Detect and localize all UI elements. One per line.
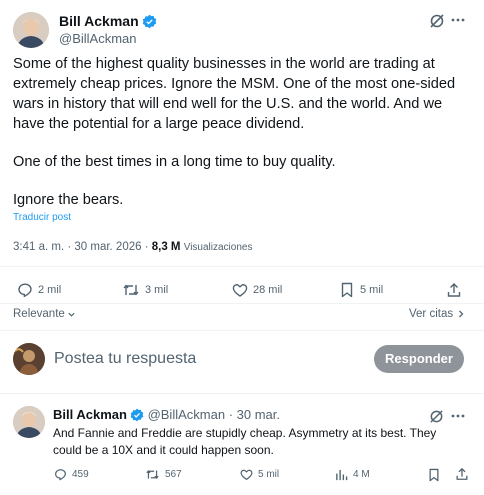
- reply-reply-count: 459: [72, 469, 89, 480]
- translate-post-link[interactable]: Traducir post: [13, 212, 71, 223]
- reply-like-count: 5 mil: [258, 469, 280, 480]
- reply-author-avatar[interactable]: [13, 406, 45, 438]
- reply-icon: [17, 282, 33, 298]
- tweet-paragraph-1: Some of the highest quality businesses i…: [13, 56, 456, 132]
- verified-badge-icon: [142, 14, 157, 32]
- main-author-name-row[interactable]: Bill Ackman: [59, 13, 157, 32]
- reply-author-name[interactable]: Bill Ackman: [53, 407, 127, 422]
- dot-separator: ·: [144, 241, 152, 253]
- repost-action[interactable]: 3 mil: [122, 282, 168, 298]
- views-count: 8,3 M: [151, 241, 181, 253]
- divider: [0, 330, 484, 331]
- main-tweet-text: Some of the highest quality businesses i…: [13, 54, 473, 210]
- verified-badge-icon: [130, 408, 144, 425]
- reply-header: Bill Ackman @BillAckman · 30 mar.: [53, 407, 280, 425]
- views-label: Visualizaciones: [183, 242, 253, 253]
- share-icon[interactable]: [446, 282, 462, 298]
- chevron-right-icon: [457, 309, 465, 319]
- reply-repost-count: 567: [165, 469, 182, 480]
- main-author-avatar[interactable]: [13, 12, 49, 48]
- share-icon[interactable]: [455, 467, 469, 481]
- view-quotes-link[interactable]: Ver citas: [409, 308, 465, 320]
- like-count: 28 mil: [253, 284, 283, 296]
- user-avatar[interactable]: [13, 343, 45, 375]
- main-author-name[interactable]: Bill Ackman: [59, 13, 139, 29]
- bookmark-icon: [340, 282, 354, 298]
- reply-repost-action[interactable]: 567: [145, 468, 182, 481]
- bookmark-count: 5 mil: [360, 284, 384, 296]
- like-icon: [232, 282, 248, 298]
- repost-count: 3 mil: [145, 284, 169, 296]
- reply-like-action[interactable]: 5 mil: [240, 468, 279, 481]
- bookmark-action[interactable]: 5 mil: [340, 282, 383, 298]
- reply-button[interactable]: Responder: [374, 345, 464, 373]
- bookmark-icon[interactable]: [428, 468, 440, 482]
- reply-date[interactable]: 30 mar.: [237, 407, 280, 422]
- reply-views-action[interactable]: 4 M: [335, 468, 370, 481]
- post-time[interactable]: 3:41 a. m.: [13, 241, 64, 253]
- grok-icon[interactable]: [429, 13, 445, 29]
- chevron-down-icon: [67, 310, 76, 319]
- post-date[interactable]: 30 mar. 2026: [74, 241, 141, 253]
- reply-author-handle[interactable]: @BillAckman: [148, 407, 226, 422]
- reply-action[interactable]: 2 mil: [17, 282, 61, 298]
- repost-icon: [145, 468, 160, 481]
- reply-reply-action[interactable]: 459: [54, 468, 89, 481]
- reply-icon: [54, 468, 67, 481]
- dot-separator: ·: [228, 407, 234, 422]
- timestamp-row: 3:41 a. m. · 30 mar. 2026 · 8,3 M Visual…: [13, 241, 252, 253]
- reply-tweet-text: And Fannie and Freddie are stupidly chea…: [53, 426, 437, 457]
- divider: [0, 393, 484, 394]
- tweet-paragraph-3: Ignore the bears.: [13, 192, 124, 208]
- reply-views-count: 4 M: [353, 469, 370, 480]
- sort-relevant-dropdown[interactable]: Relevante: [13, 308, 76, 320]
- more-icon[interactable]: [451, 414, 465, 418]
- divider: [0, 303, 484, 304]
- view-quotes-label: Ver citas: [409, 308, 454, 320]
- like-icon: [240, 468, 253, 481]
- main-author-handle[interactable]: @BillAckman: [59, 31, 137, 46]
- reply-input[interactable]: Postea tu respuesta: [54, 350, 196, 368]
- reply-count: 2 mil: [38, 284, 62, 296]
- like-action[interactable]: 28 mil: [232, 282, 282, 298]
- more-icon[interactable]: [451, 18, 465, 22]
- views-icon: [335, 468, 348, 481]
- grok-icon[interactable]: [429, 409, 444, 424]
- sort-relevant-label: Relevante: [13, 308, 65, 320]
- tweet-paragraph-2: One of the best times in a long time to …: [13, 154, 336, 170]
- repost-icon: [122, 282, 140, 298]
- divider: [0, 266, 484, 267]
